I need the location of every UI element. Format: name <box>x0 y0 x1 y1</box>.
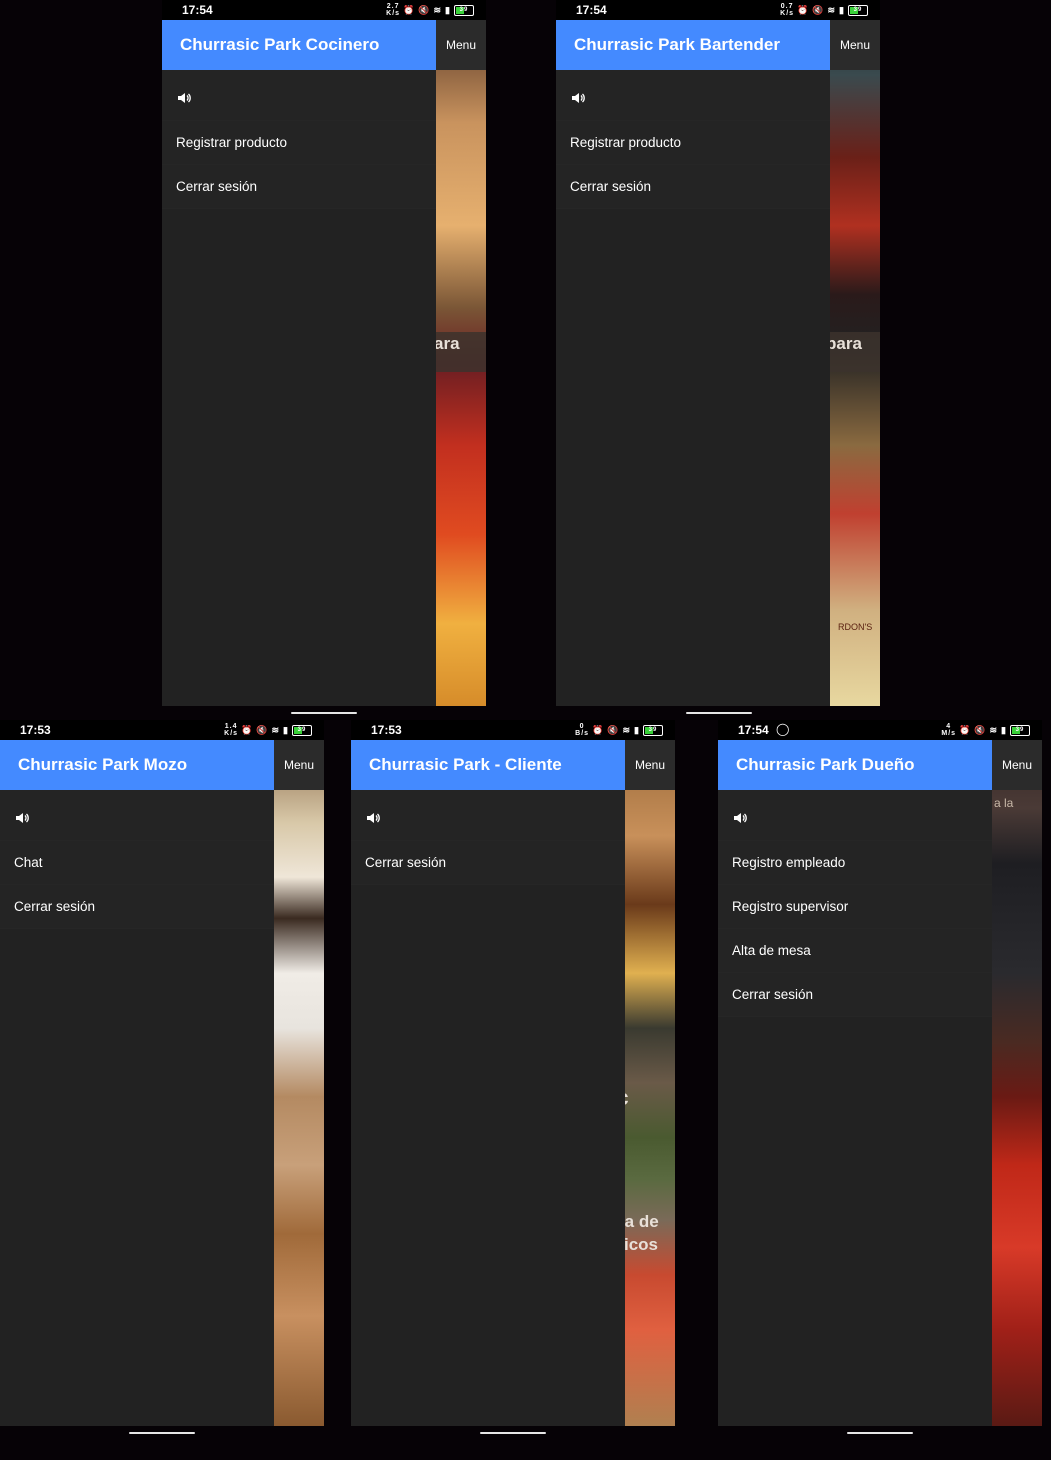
status-icons: 2.7 K/s ⏰ 🔇 ≋ ▮ 39 <box>386 3 474 17</box>
phone-screen-mozo: 17:53 1.4 K/s ⏰ 🔇 ≋ ▮ 39 Churrasic Park M… <box>0 720 324 1426</box>
navigation-drawer: Churrasic Park - Cliente Cerrar sesión <box>351 740 625 1426</box>
phone-screen-cocinero: 17:54 2.7 K/s ⏰ 🔇 ≋ ▮ 39 ara Churrasic Pa… <box>162 0 486 706</box>
speaker-icon <box>572 93 585 104</box>
bg-bottle-label: RDON'S <box>838 622 873 632</box>
signal-icon: ▮ <box>634 724 640 735</box>
status-time: 17:54 <box>182 3 213 17</box>
status-bar: 17:54 0.7 K/s ⏰ 🔇 ≋ ▮ 39 <box>556 0 880 20</box>
home-indicator <box>291 712 357 714</box>
drawer-title: Churrasic Park Dueño <box>718 740 992 790</box>
menu-item-chat[interactable]: Chat <box>0 841 274 885</box>
menu-item-cerrar-sesion[interactable]: Cerrar sesión <box>556 165 830 209</box>
network-speed: 0 B/s <box>575 723 590 737</box>
navigation-drawer: Churrasic Park Dueño Registro empleado R… <box>718 740 992 1426</box>
home-indicator <box>129 1432 195 1434</box>
phone-screen-dueno: 17:54 ◯ 4 M/s ⏰ 🔇 ≋ ▮ 39 a la Churrasic P… <box>718 720 1042 1426</box>
status-time: 17:54 <box>576 3 607 17</box>
status-bar: 17:54 ◯ 4 M/s ⏰ 🔇 ≋ ▮ 39 <box>718 720 1042 740</box>
status-bar: 17:53 1.4 K/s ⏰ 🔇 ≋ ▮ 39 <box>0 720 324 740</box>
navigation-drawer: Churrasic Park Cocinero Registrar produc… <box>162 20 436 706</box>
home-indicator <box>847 1432 913 1434</box>
wifi-icon: ≋ <box>433 4 443 15</box>
network-speed: 1.4 K/s <box>224 723 239 737</box>
menu-item-registrar-producto[interactable]: Registrar producto <box>162 121 436 165</box>
drawer-title: Churrasic Park Cocinero <box>162 20 436 70</box>
sound-toggle-button[interactable] <box>351 790 625 841</box>
menu-item-cerrar-sesion[interactable]: Cerrar sesión <box>351 841 625 885</box>
menu-item-cerrar-sesion[interactable]: Cerrar sesión <box>162 165 436 209</box>
alarm-icon: ⏰ <box>403 4 416 15</box>
alarm-icon: ⏰ <box>241 724 254 735</box>
wifi-icon: ≋ <box>827 4 837 15</box>
bg-caption-text: ara <box>434 334 460 353</box>
network-speed: 0.7 K/s <box>780 3 795 17</box>
navigation-drawer: Churrasic Park Bartender Registrar produ… <box>556 20 830 706</box>
navigation-drawer: Churrasic Park Mozo Chat Cerrar sesión <box>0 740 274 1426</box>
mute-icon: 🔇 <box>418 4 431 15</box>
bg-caption-line-2: icos <box>624 1235 659 1254</box>
wifi-icon: ≋ <box>989 724 999 735</box>
phone-screen-cliente: 17:53 0B/s ⏰ 🔇 ≋ ▮ 39 sic ta de icos Chu… <box>351 720 675 1426</box>
status-icons: 0 B/s ⏰ 🔇 ≋ ▮ 39 <box>575 723 663 737</box>
status-icons: 0.7 K/s ⏰ 🔇 ≋ ▮ 39 <box>780 3 868 17</box>
status-bar: 17:54 2.7 K/s ⏰ 🔇 ≋ ▮ 39 <box>162 0 486 20</box>
whatsapp-icon: ◯ <box>776 722 790 736</box>
mute-icon: 🔇 <box>256 724 269 735</box>
bg-caption-text: para <box>826 334 862 353</box>
alarm-icon: ⏰ <box>959 724 972 735</box>
status-time: 17:53 <box>20 723 51 737</box>
battery-icon: 39 <box>1010 724 1030 736</box>
status-icons: 1.4 K/s ⏰ 🔇 ≋ ▮ 39 <box>224 723 312 737</box>
drawer-title: Churrasic Park - Cliente <box>351 740 625 790</box>
alarm-icon: ⏰ <box>797 4 810 15</box>
signal-icon: ▮ <box>1001 724 1007 735</box>
alarm-icon: ⏰ <box>592 724 605 735</box>
menu-item-registro-empleado[interactable]: Registro empleado <box>718 841 992 885</box>
drawer-title: Churrasic Park Mozo <box>0 740 274 790</box>
home-indicator <box>480 1432 546 1434</box>
signal-icon: ▮ <box>283 724 289 735</box>
sound-toggle-button[interactable] <box>0 790 274 841</box>
status-icons: 4 M/s ⏰ 🔇 ≋ ▮ 39 <box>941 723 1030 737</box>
network-speed: 4 M/s <box>941 723 957 737</box>
mute-icon: 🔇 <box>812 4 825 15</box>
status-time: 17:53 <box>371 723 402 737</box>
speaker-icon <box>16 813 29 824</box>
sound-toggle-button[interactable] <box>718 790 992 841</box>
speaker-icon <box>367 813 380 824</box>
menu-item-cerrar-sesion[interactable]: Cerrar sesión <box>718 973 992 1017</box>
battery-icon: 39 <box>454 4 474 16</box>
menu-item-cerrar-sesion[interactable]: Cerrar sesión <box>0 885 274 929</box>
menu-button[interactable]: Menu <box>829 20 880 70</box>
menu-button[interactable]: Menu <box>435 20 486 70</box>
network-speed: 2.7 K/s <box>386 3 401 17</box>
menu-item-registro-supervisor[interactable]: Registro supervisor <box>718 885 992 929</box>
menu-item-alta-de-mesa[interactable]: Alta de mesa <box>718 929 992 973</box>
battery-icon: 39 <box>643 724 663 736</box>
speaker-icon <box>178 93 191 104</box>
signal-icon: ▮ <box>445 4 451 15</box>
wifi-icon: ≋ <box>622 724 632 735</box>
menu-button[interactable]: Menu <box>624 740 675 790</box>
sound-toggle-button[interactable] <box>162 70 436 121</box>
menu-button[interactable]: Menu <box>273 740 324 790</box>
menu-item-registrar-producto[interactable]: Registrar producto <box>556 121 830 165</box>
mute-icon: 🔇 <box>607 724 620 735</box>
speaker-icon <box>734 813 747 824</box>
mute-icon: 🔇 <box>974 724 987 735</box>
bg-caption-text: a la <box>994 796 1014 810</box>
menu-button[interactable]: Menu <box>991 740 1042 790</box>
status-bar: 17:53 0 B/s ⏰ 🔇 ≋ ▮ 39 <box>351 720 675 740</box>
signal-icon: ▮ <box>839 4 845 15</box>
battery-icon: 39 <box>292 724 312 736</box>
home-indicator <box>686 712 752 714</box>
battery-icon: 39 <box>848 4 868 16</box>
status-time: 17:54 <box>738 723 769 737</box>
drawer-title: Churrasic Park Bartender <box>556 20 830 70</box>
phone-screen-bartender: 17:54 0.7 K/s ⏰ 🔇 ≋ ▮ 39 para RDON'S Chur… <box>556 0 880 706</box>
sound-toggle-button[interactable] <box>556 70 830 121</box>
wifi-icon: ≋ <box>271 724 281 735</box>
